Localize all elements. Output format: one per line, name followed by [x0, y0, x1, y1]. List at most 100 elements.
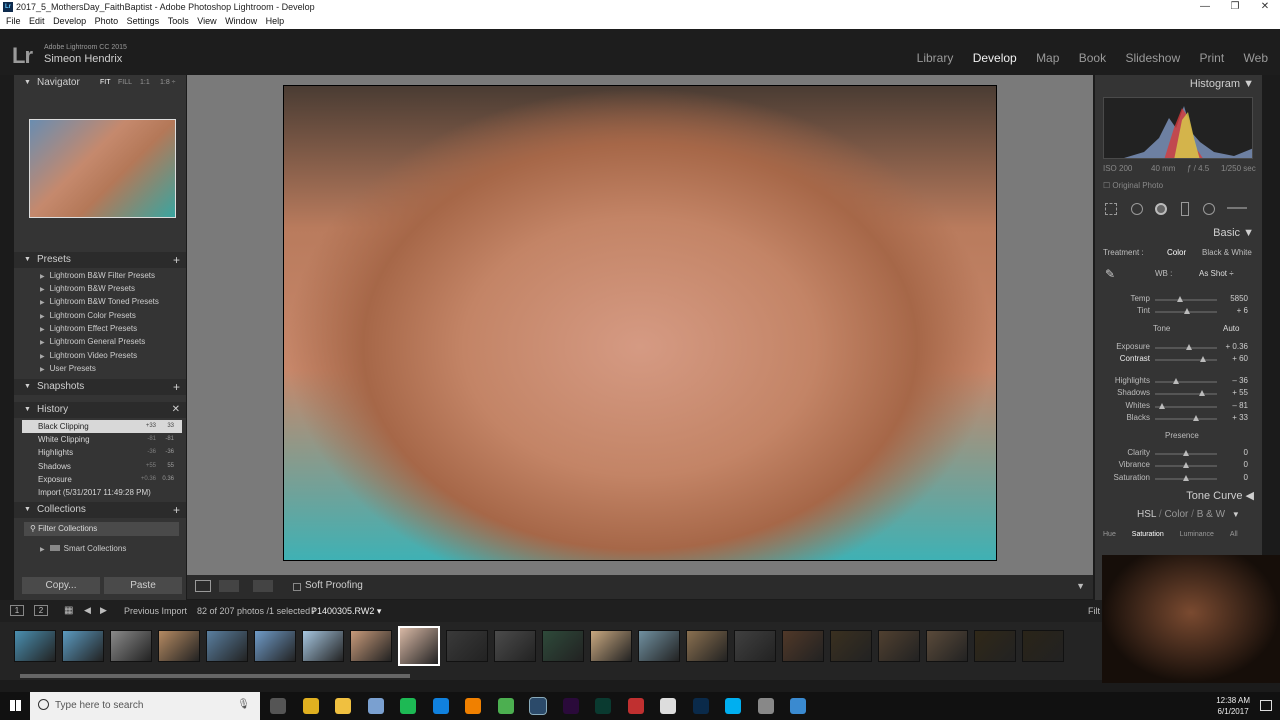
slider-value[interactable]: + 33: [1232, 413, 1248, 422]
slider-knob[interactable]: [1183, 450, 1189, 456]
preset-folder[interactable]: ▶ Lightroom B&W Toned Presets: [40, 297, 159, 306]
image-canvas[interactable]: [187, 75, 1093, 575]
filmstrip-thumbnail[interactable]: [206, 630, 248, 662]
presets-header[interactable]: ▼ Presets +: [14, 252, 186, 268]
before-after-icon[interactable]: [253, 580, 273, 592]
menu-window[interactable]: Window: [225, 14, 257, 29]
slider-clarity[interactable]: [1155, 450, 1217, 456]
spot-removal-icon[interactable]: [1131, 203, 1143, 215]
menu-tools[interactable]: Tools: [168, 14, 189, 29]
module-web[interactable]: Web: [1244, 51, 1268, 65]
filmstrip-thumbnail[interactable]: [542, 630, 584, 662]
minimize-button[interactable]: —: [1190, 0, 1220, 14]
preset-folder[interactable]: ▶ Lightroom B&W Filter Presets: [40, 271, 155, 280]
monitor-1-icon[interactable]: 1: [10, 605, 24, 616]
histogram-header[interactable]: Histogram ▼: [1190, 78, 1254, 90]
wb-select[interactable]: As Shot ÷: [1199, 269, 1234, 278]
menu-view[interactable]: View: [197, 14, 216, 29]
filmstrip-scrollbar[interactable]: [20, 674, 410, 678]
filmstrip-thumbnail[interactable]: [350, 630, 392, 662]
notes-icon[interactable]: [367, 698, 384, 714]
audition-icon[interactable]: [595, 698, 611, 714]
menu-file[interactable]: File: [6, 14, 21, 29]
compare-view-icon[interactable]: [219, 580, 239, 592]
subtab-all[interactable]: All: [1230, 531, 1238, 538]
treatment-color[interactable]: Color: [1167, 248, 1186, 257]
filter-label[interactable]: Filt: [1088, 606, 1100, 616]
zoom-fill[interactable]: FILL: [118, 75, 132, 91]
add-snapshot-icon[interactable]: +: [173, 379, 180, 395]
tone-curve-header[interactable]: Tone Curve ◀: [1186, 489, 1254, 502]
slider-value[interactable]: 0: [1244, 473, 1248, 482]
menu-edit[interactable]: Edit: [29, 14, 45, 29]
filmstrip-thumbnail[interactable]: [302, 630, 344, 662]
slider-value[interactable]: 5850: [1230, 294, 1248, 303]
paste-button[interactable]: Paste: [104, 577, 182, 594]
slider-knob[interactable]: [1159, 403, 1166, 409]
filmstrip-thumbnail[interactable]: [494, 630, 536, 662]
slider-knob[interactable]: [1186, 344, 1193, 350]
preset-folder[interactable]: ▶ Lightroom General Presets: [40, 337, 145, 346]
graduated-filter-icon[interactable]: [1181, 202, 1189, 216]
loupe-view-icon[interactable]: [195, 580, 211, 592]
chrome-icon[interactable]: [302, 698, 319, 714]
filmstrip-thumbnail[interactable]: [158, 630, 200, 662]
basic-header[interactable]: Basic ▼: [1213, 227, 1254, 239]
slider-knob[interactable]: [1192, 415, 1199, 421]
module-book[interactable]: Book: [1079, 51, 1106, 65]
collections-header[interactable]: ▼ Collections +: [14, 502, 186, 518]
slider-knob[interactable]: [1183, 475, 1189, 481]
monitor-2-icon[interactable]: 2: [34, 605, 48, 616]
red-eye-icon[interactable]: [1155, 203, 1167, 215]
spotify-icon[interactable]: [400, 698, 416, 714]
red-app-icon[interactable]: [627, 698, 644, 714]
microphone-icon[interactable]: 🎙: [237, 699, 250, 710]
slider-knob[interactable]: [1199, 390, 1206, 396]
slider-value[interactable]: – 36: [1232, 376, 1248, 385]
slider-highlights[interactable]: [1155, 378, 1217, 384]
slider-contrast[interactable]: [1155, 356, 1217, 362]
filmstrip-thumbnail[interactable]: [1022, 630, 1064, 662]
slider-value[interactable]: + 6: [1237, 306, 1248, 315]
slider-temp[interactable]: [1155, 296, 1217, 302]
treatment-bw[interactable]: Black & White: [1202, 248, 1252, 257]
tab-bw[interactable]: B & W: [1197, 509, 1225, 520]
subtab-luminance[interactable]: Luminance: [1180, 531, 1214, 538]
navigator-preview[interactable]: [29, 119, 176, 218]
filmstrip-thumbnail[interactable]: [62, 630, 104, 662]
clock-app-icon[interactable]: [660, 698, 676, 714]
add-preset-icon[interactable]: +: [173, 252, 180, 268]
history-step[interactable]: White Clipping -81 -81: [22, 433, 182, 446]
preset-folder[interactable]: ▶ Lightroom Video Presets: [40, 351, 137, 360]
menu-settings[interactable]: Settings: [127, 14, 160, 29]
filmstrip-thumbnail[interactable]: [398, 626, 440, 666]
filename-select[interactable]: P1400305.RW2 ▾: [311, 606, 381, 617]
toolbar-menu-icon[interactable]: ▼: [1076, 581, 1085, 591]
slider-blacks[interactable]: [1155, 415, 1217, 421]
slider-saturation[interactable]: [1155, 475, 1217, 481]
tab-color[interactable]: Color: [1164, 509, 1188, 520]
history-step[interactable]: Highlights -36 -36: [22, 446, 182, 459]
menu-develop[interactable]: Develop: [53, 14, 86, 29]
close-button[interactable]: ✕: [1250, 0, 1280, 14]
preset-folder[interactable]: ▶ Lightroom Effect Presets: [40, 324, 137, 333]
skype-icon[interactable]: [725, 698, 741, 714]
slider-value[interactable]: 0: [1244, 460, 1248, 469]
slider-tint[interactable]: [1155, 308, 1217, 314]
menu-photo[interactable]: Photo: [95, 14, 119, 29]
filmstrip-thumbnail[interactable]: [254, 630, 296, 662]
taskbar-search[interactable]: Type here to search 🎙: [30, 692, 260, 720]
zoom-fit[interactable]: FIT: [100, 75, 111, 91]
slider-exposure[interactable]: [1155, 344, 1217, 350]
original-photo-checkbox[interactable]: ☐ Original Photo: [1103, 181, 1163, 190]
preset-folder[interactable]: ▶ Lightroom B&W Presets: [40, 284, 135, 293]
smart-collections-folder[interactable]: ▶ Smart Collections: [40, 544, 126, 553]
history-header[interactable]: ▼ History ✕: [14, 402, 186, 418]
weather-app-icon[interactable]: [790, 698, 806, 714]
history-step[interactable]: Shadows +55 55: [22, 460, 182, 473]
task-view-icon[interactable]: [270, 698, 286, 714]
filmstrip-thumbnail[interactable]: [878, 630, 920, 662]
history-step[interactable]: Exposure +0.36 0.36: [22, 473, 182, 486]
green-app-icon[interactable]: [497, 698, 514, 714]
module-print[interactable]: Print: [1200, 51, 1225, 65]
